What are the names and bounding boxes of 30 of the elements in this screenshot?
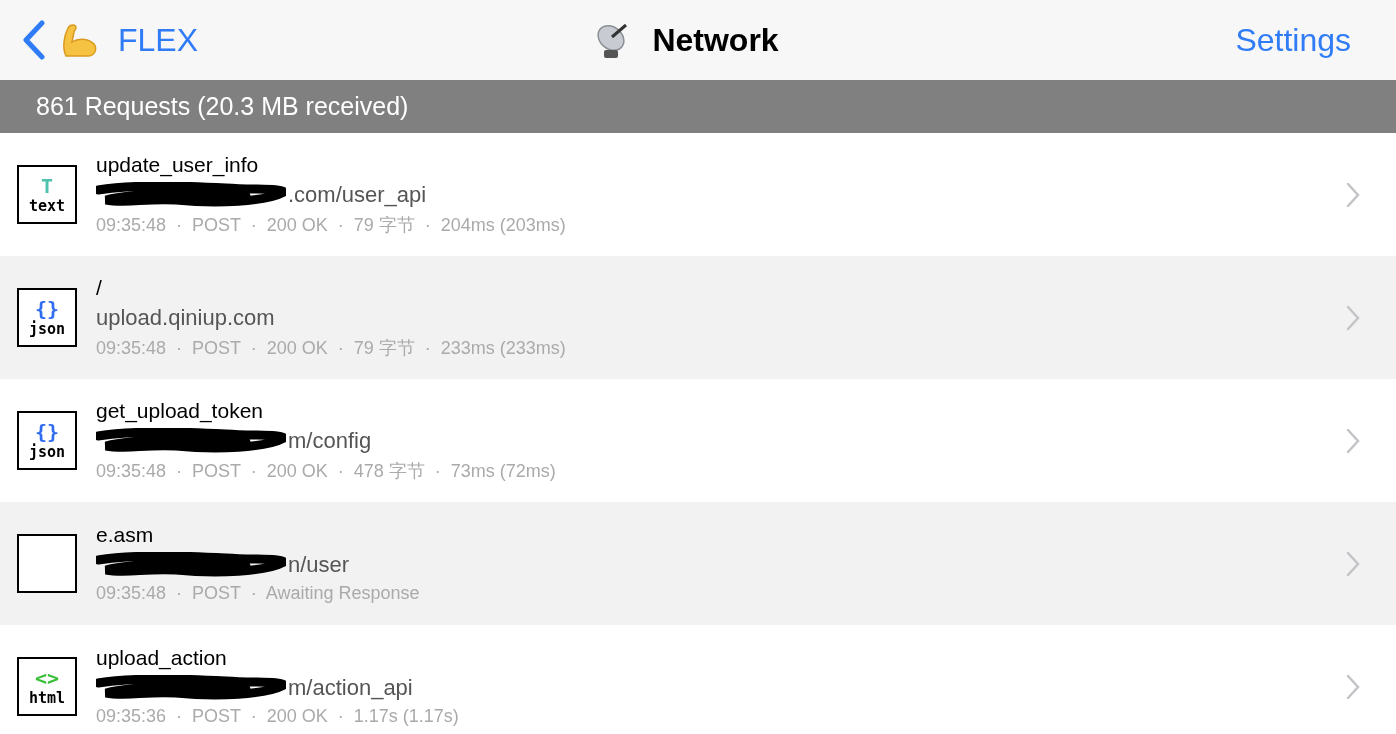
request-url: n/user (288, 552, 350, 578)
request-name: get_upload_token (96, 398, 264, 423)
flexed-arm-icon (60, 22, 98, 58)
chevron-icon (1346, 427, 1360, 454)
request-summary: 861 Requests (20.3 MB received) (36, 92, 409, 121)
request-url: m/config (288, 427, 372, 454)
request-details: 09:35:48 · POST · 200 OK · 79 字节 · 204ms (203ms) (96, 213, 567, 237)
request-name: update_user_info (96, 152, 260, 177)
request-url: .com/user_api (288, 181, 427, 208)
request-details: 09:35:36 · POST · 200 OK · 1.17s (1.17s) (96, 706, 460, 727)
request-details: 09:35:48 · POST · Awaiting Response (96, 583, 421, 604)
back-icon[interactable] (22, 20, 46, 60)
chevron-icon (1346, 673, 1360, 700)
request-details: 09:35:48 · POST · 200 OK · 79 字节 · 233ms (233ms) (96, 336, 567, 360)
settings-button[interactable]: Settings (1235, 21, 1351, 59)
request-name: upload_action (96, 646, 228, 670)
request-details: 09:35:48 · POST · 200 OK · 478 字节 · 73ms (72ms) (96, 459, 557, 483)
file-type-icon: {} json (17, 288, 77, 347)
request-url: m/action_api (288, 675, 413, 701)
request-url: upload.qiniup.com (96, 304, 275, 331)
chevron-icon (1346, 181, 1360, 208)
file-type-icon: T text (17, 165, 77, 224)
request-name: e.asm (96, 523, 155, 547)
file-type-icon: <> html (17, 657, 77, 716)
file-type-icon: {} json (17, 411, 77, 470)
back-button[interactable]: FLEX (118, 21, 199, 59)
chevron-icon (1346, 550, 1360, 577)
page-title: Network (652, 21, 779, 59)
chevron-icon (1346, 304, 1360, 331)
request-name: / (96, 275, 103, 300)
